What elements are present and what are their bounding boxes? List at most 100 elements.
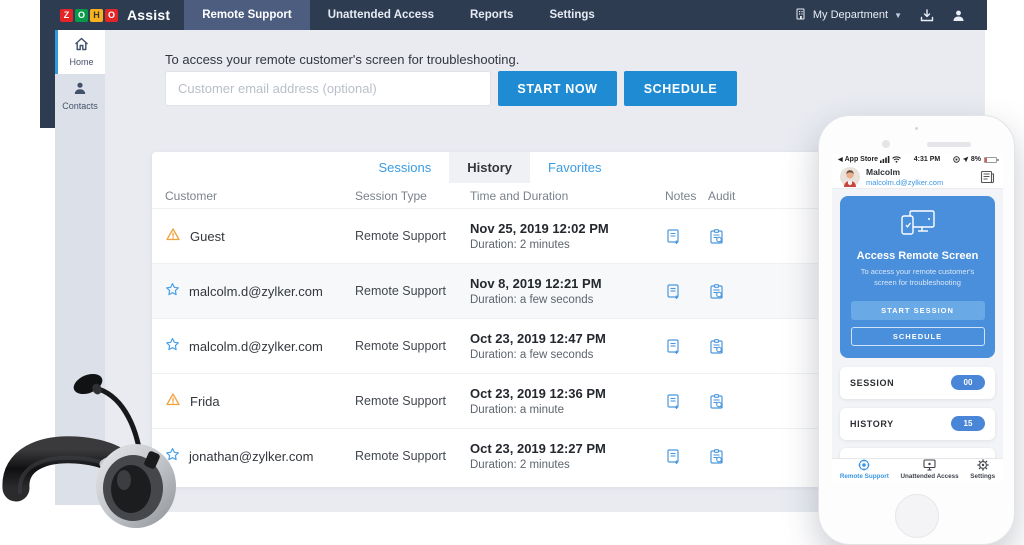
phone-schedule-button[interactable]: SCHEDULE [851,327,985,346]
monitor-icon [923,459,936,471]
sidebar-item-contacts[interactable]: Contacts [55,74,105,118]
download-icon[interactable] [920,9,934,22]
table-row[interactable]: malcolm.d@zylker.com Remote Support Oct … [152,318,828,373]
zoho-logo-letter: O [75,9,88,22]
customer-email-input[interactable] [165,71,491,106]
audit-icon[interactable] [708,228,815,245]
table-row[interactable]: malcolm.d@zylker.com Remote Support Nov … [152,263,828,318]
top-nav-tabs: Remote Support Unattended Access Reports… [184,0,613,30]
session-time: Oct 23, 2019 12:47 PM [470,331,665,346]
top-navbar: Z O H O Assist Remote Support Unattended… [40,0,987,30]
zoho-assist-logo[interactable]: Z O H O Assist [40,0,184,30]
remote-devices-icon [898,209,938,237]
battery-icon [984,157,997,163]
zoho-logo-letter: Z [60,9,73,22]
sidebar-item-home[interactable]: Home [55,30,105,74]
phone-tab-label: Unattended Access [900,473,958,480]
sessions-card-tabs: Sessions History Favorites [152,152,828,183]
col-header-customer: Customer [165,189,355,203]
contacts-person-icon [73,81,87,97]
headset-photo [0,360,200,530]
audit-icon[interactable] [708,338,815,355]
tab-sessions[interactable]: Sessions [360,152,449,183]
session-time: Oct 23, 2019 12:36 PM [470,386,665,401]
audit-icon[interactable] [708,448,815,465]
phone-sensor-dot [915,127,918,130]
access-remote-screen-card: Access Remote Screen To access your remo… [840,196,995,358]
phone-tab-remote-support[interactable]: Remote Support [840,459,889,480]
tab-history[interactable]: History [449,152,530,183]
schedule-button[interactable]: SCHEDULE [624,71,737,106]
notes-icon[interactable] [665,338,708,355]
sessions-card: Sessions History Favorites Customer Sess… [152,152,828,487]
department-selector[interactable]: My Department ▼ [795,8,902,23]
table-row[interactable]: Guest Remote Support Nov 25, 2019 12:02 … [152,208,828,263]
col-header-audit: Audit [708,189,815,203]
table-row[interactable]: jonathan@zylker.com Remote Support Oct 2… [152,428,828,483]
nav-tab-settings[interactable]: Settings [531,0,612,30]
session-type: Remote Support [355,339,470,353]
session-stat-row[interactable]: SESSION 00 [840,367,995,399]
session-time: Oct 23, 2019 12:27 PM [470,441,665,456]
table-row[interactable]: Frida Remote Support Oct 23, 2019 12:36 … [152,373,828,428]
audit-icon[interactable] [708,393,815,410]
start-session-button[interactable]: START SESSION [851,301,985,320]
session-type: Remote Support [355,229,470,243]
session-type: Remote Support [355,284,470,298]
battery-percent: 8% [971,156,981,163]
phone-tab-unattended-access[interactable]: Unattended Access [900,459,958,480]
phone-profile-row[interactable]: Malcolm malcolm.d@zylker.com [832,165,1003,189]
favorite-star-icon [165,282,180,300]
profile-email: malcolm.d@zylker.com [866,178,943,187]
session-type: Remote Support [355,449,470,463]
notes-icon[interactable] [665,228,708,245]
phone-tab-bar: Remote Support Unattended Access Setting… [832,458,1003,482]
phone-home-button[interactable] [895,494,939,538]
profile-name: Malcolm [866,167,943,177]
phone-card-title: Access Remote Screen [850,250,985,262]
home-icon [74,37,89,53]
mobile-phone-mockup: ◀ App Store 4:31 PM 8% Malcolm malcolm.d… [818,115,1015,545]
audit-icon[interactable] [708,283,815,300]
zoho-logo-letter: O [105,9,118,22]
avatar [840,167,860,187]
notes-icon[interactable] [665,393,708,410]
tab-favorites[interactable]: Favorites [530,152,619,183]
department-label: My Department [813,9,888,21]
nav-tab-reports[interactable]: Reports [452,0,531,30]
department-building-icon [795,8,807,23]
cell-signal-icon [880,156,890,163]
phone-tab-settings[interactable]: Settings [970,459,995,480]
status-left-label: App Store [845,156,878,163]
chevron-down-icon: ▼ [894,11,902,20]
sidebar-item-label: Contacts [62,101,98,111]
phone-card-subtitle: To access your remote customer's screen … [850,267,985,289]
phone-camera [882,140,890,148]
history-stat-row[interactable]: HISTORY 15 [840,408,995,440]
phone-screen-body: Access Remote Screen To access your remo… [832,189,1003,458]
session-duration: Duration: 2 minutes [470,239,665,251]
notes-icon[interactable] [665,283,708,300]
phone-tab-label: Settings [970,473,995,480]
nav-tab-remote-support[interactable]: Remote Support [184,0,309,30]
location-arrow-icon [962,156,969,163]
session-type: Remote Support [355,394,470,408]
session-duration: Duration: a few seconds [470,294,665,306]
session-duration: Duration: 2 minutes [470,459,665,471]
session-time: Nov 25, 2019 12:02 PM [470,221,665,236]
user-icon[interactable] [952,9,965,22]
news-icon[interactable] [980,170,995,184]
table-header-row: Customer Session Type Time and Duration … [152,183,828,208]
customer-name: jonathan@zylker.com [189,449,313,464]
session-time: Nov 8, 2019 12:21 PM [470,276,665,291]
customer-name: malcolm.d@zylker.com [189,284,323,299]
orientation-lock-icon [953,156,960,163]
nav-tab-unattended-access[interactable]: Unattended Access [310,0,452,30]
favorite-star-icon [165,337,180,355]
left-dark-accent [40,30,55,128]
customer-name: malcolm.d@zylker.com [189,339,323,354]
start-now-button[interactable]: START NOW [498,71,617,106]
col-header-notes: Notes [665,189,708,203]
notes-icon[interactable] [665,448,708,465]
navbar-right-actions: My Department ▼ [795,0,987,30]
